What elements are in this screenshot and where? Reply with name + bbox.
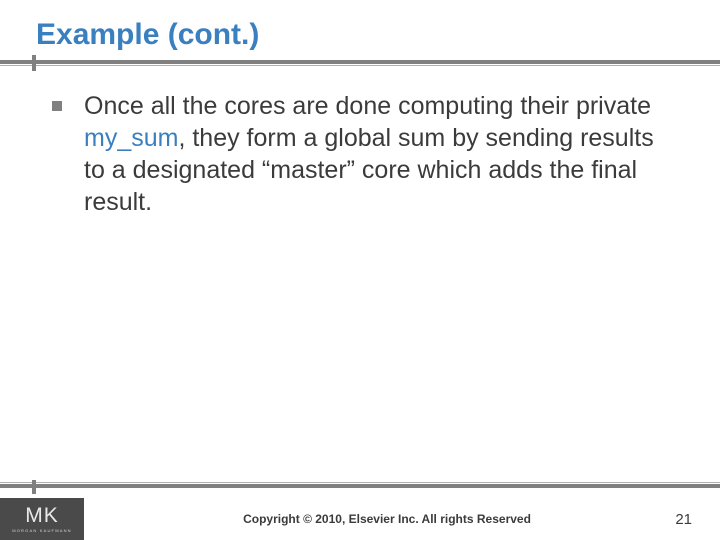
slide-footer: MK MORGAN KAUFMANN Copyright © 2010, Els… — [0, 482, 720, 540]
publisher-logo: MK MORGAN KAUFMANN — [0, 498, 84, 540]
text-pre: Once all the cores are done computing th… — [84, 92, 651, 120]
slide-title: Example (cont.) — [36, 18, 720, 52]
slide-body: Once all the cores are done computing th… — [52, 90, 680, 218]
code-highlight: my_sum — [84, 124, 178, 152]
logo-text: MK — [25, 505, 59, 526]
title-divider — [0, 60, 720, 66]
square-bullet-icon — [52, 101, 62, 111]
logo-subtext: MORGAN KAUFMANN — [12, 528, 72, 533]
copyright-text: Copyright © 2010, Elsevier Inc. All righ… — [84, 512, 720, 526]
page-number: 21 — [675, 511, 692, 528]
list-item: Once all the cores are done computing th… — [52, 90, 680, 218]
bullet-text: Once all the cores are done computing th… — [84, 90, 680, 218]
